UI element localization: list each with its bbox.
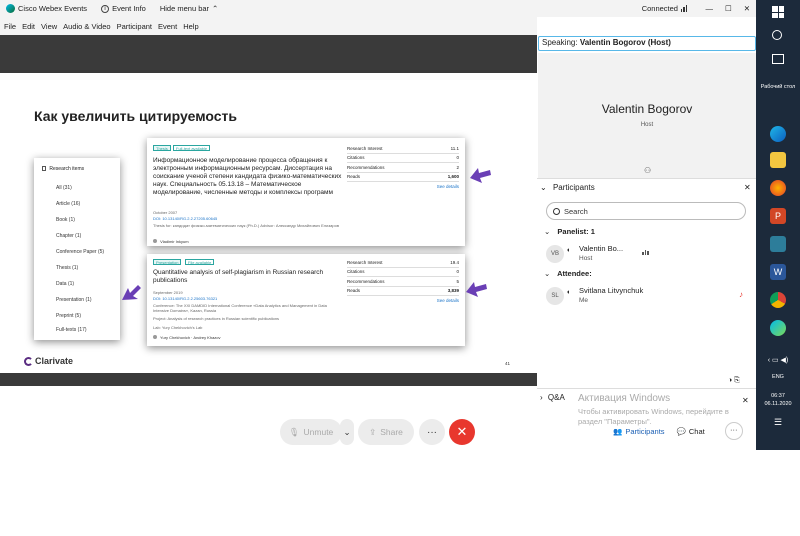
windows-start-icon[interactable] [772,6,784,18]
webex-icon[interactable] [770,320,786,336]
maximize-button[interactable]: ☐ [725,4,732,13]
participant-row[interactable]: SL ◖ Svitlana Litvynchuk Me ♪ [546,285,746,307]
windows-activation-title: Активация Windows [578,393,671,404]
annotation-arrows [122,168,491,300]
panelist-section-header[interactable]: ⌄ Panelist: 1 [544,227,595,236]
muted-mic-icon[interactable]: ♪ [739,290,743,299]
chevron-right-icon: › [540,393,543,402]
task-view-icon[interactable] [772,54,784,64]
close-qa-button[interactable]: ✕ [742,396,749,405]
arrow-icon [466,282,487,297]
audio-connected-icon: ⚇ [644,166,652,175]
chevron-down-icon: ⌄ [544,269,551,278]
word-icon[interactable]: W [770,264,786,280]
connection-status: Connected [642,4,688,13]
more-options-button[interactable]: ··· [419,419,445,445]
search-icon[interactable] [772,30,782,40]
participant-row[interactable]: VB ◖ Valentin Bo... Host [546,243,746,265]
chat-tab[interactable]: 💬 Chat [677,427,705,436]
arrow-icon [122,285,141,300]
panel-divider [537,178,756,179]
host-mic-icon: ◖ [566,247,571,254]
participant-search-input[interactable]: Search [546,202,746,220]
close-window-button[interactable]: ✕ [744,4,750,13]
participants-icon: 👥 [613,426,623,436]
desktop-label[interactable]: Рабочий стол [756,84,800,90]
slide-page-number: 41 [505,361,511,366]
avatar: VB [546,245,564,263]
panel-divider [537,388,756,389]
participant-name: Svitlana Litvynchuk [579,286,644,295]
edge-browser-icon[interactable] [770,126,786,142]
close-participants-button[interactable]: ✕ [744,183,751,192]
search-icon [553,207,560,215]
powerpoint-icon[interactable]: P [770,208,786,224]
panel-tabs: 👥 Participants 💬 Chat ··· [613,422,743,440]
language-indicator[interactable]: ENG [756,374,800,380]
windows-taskbar: Рабочий стол P W ‹ ▭ ◀) ENG 06:37 06.11.… [756,0,800,450]
signal-bars-icon [680,5,688,12]
firefox-icon[interactable] [770,180,786,196]
share-screen-icon: ⇪ [369,426,377,437]
tray-icons[interactable]: ‹ ▭ ◀) [756,356,800,364]
clock-date[interactable]: 06.11.2020 [756,401,800,407]
participants-panel-header[interactable]: ⌄ Participants [540,183,595,192]
system-tray: ‹ ▭ ◀) ENG 06:37 06.11.2020 ☰ [756,356,800,428]
audio-options-button[interactable]: ⌄ [340,419,354,445]
chevron-down-icon: ⌄ [544,227,551,236]
microphone-muted-icon: 🎙 [288,426,300,437]
qa-panel-header[interactable]: › Q&A [540,393,565,402]
participant-role: Host [579,255,593,262]
audio-level-icon [642,250,649,255]
clarivate-mark-icon [24,356,33,366]
leave-meeting-button[interactable]: ✕ [449,419,475,445]
clarivate-logo: Clarivate [24,356,73,366]
panel-toolbar: ◑ ⎘ [728,377,740,384]
more-panels-button[interactable]: ··· [724,422,743,440]
notifications-icon[interactable]: ☰ [756,417,800,428]
arrow-icon [470,168,491,183]
chevron-down-icon: ⌄ [540,183,547,192]
speaker-role: Host [640,122,654,128]
participants-tab[interactable]: 👥 Participants [613,427,665,436]
speaker-name: Valentin Bogorov [601,102,693,116]
chat-icon: 💬 [676,426,686,436]
chrome-icon[interactable] [770,292,786,308]
unmute-button[interactable]: 🎙 Unmute [280,419,342,445]
file-explorer-icon[interactable] [770,152,786,168]
mic-icon: ◖ [566,289,571,296]
clock-time[interactable]: 06:37 [756,393,800,399]
participant-role: Me [579,297,589,304]
participant-name: Valentin Bo... [579,244,624,253]
share-button[interactable]: ⇪ Share [358,419,414,445]
media-player-icon[interactable] [770,236,786,252]
active-speaker-bar: Speaking: Valentin Bogorov (Host) [538,36,756,51]
attendee-section-header[interactable]: ⌄ Attendee: [544,269,592,278]
minimize-button[interactable]: — [705,4,713,13]
avatar: SL [546,287,564,305]
meeting-controls: 🎙 Unmute ⌄ ⇪ Share ··· ✕ [0,386,537,536]
